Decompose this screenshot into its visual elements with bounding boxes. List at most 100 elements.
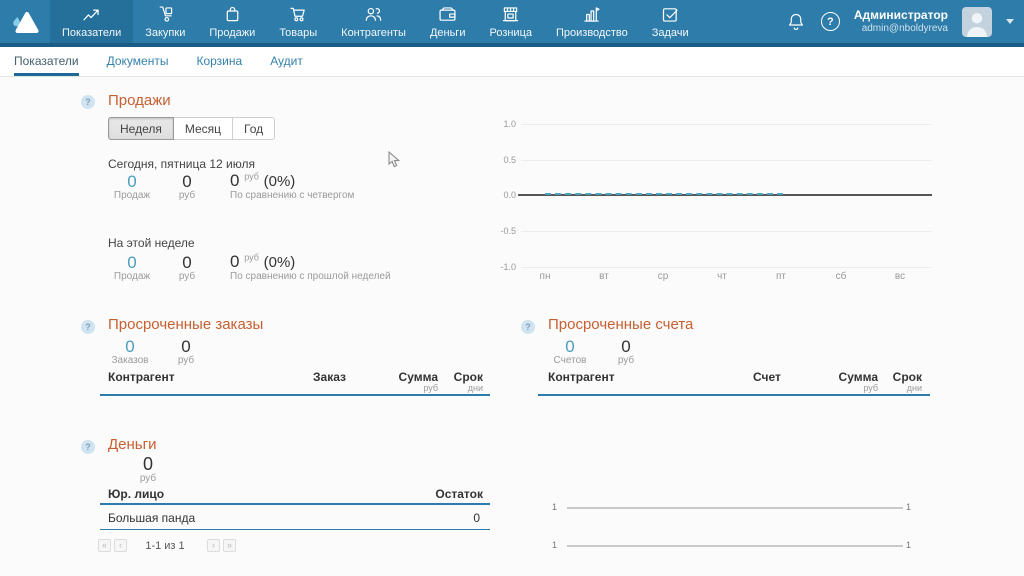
period-month-button[interactable]: Месяц [174,117,233,140]
xtick-label: вс [885,271,915,282]
table-underline [100,503,490,505]
today-delta: 0 руб (0%) [230,171,295,191]
help-glyph: ? [85,97,91,107]
mini-chart-right-label: 1 [906,502,922,512]
column-header-term: Срок [884,370,922,384]
mini-chart-line [567,507,903,509]
table-row-entity[interactable]: Большая панда [108,511,195,525]
period-week-button[interactable]: Неделя [108,117,174,140]
mouse-cursor [388,151,401,169]
overdue-orders-help-icon[interactable]: ? [81,320,95,334]
nav-item-money[interactable]: Деньги [418,0,478,43]
nav-item-purchases[interactable]: Закупки [133,0,197,43]
column-header-amount: Сумма [830,370,878,384]
help-button[interactable]: ? [821,12,840,31]
table-underline [100,529,490,530]
production-icon [581,4,602,25]
help-glyph: ? [85,442,91,452]
nav-item-sales[interactable]: Продажи [197,0,267,43]
today-sales-label: Продаж [106,190,158,201]
money-total-label: руб [120,473,176,484]
overdue-invoices-help-icon[interactable]: ? [521,320,535,334]
money-section-title: Деньги [108,436,156,453]
today-delta-value: 0 [230,171,239,190]
mini-chart-left-label: 1 [541,502,557,512]
nav-item-label: Задачи [652,27,689,39]
column-sub-days: дни [445,383,483,393]
nav-item-tasks[interactable]: Задачи [640,0,701,43]
week-delta-label: По сравнению с прошлой неделей [230,271,391,282]
column-header-counterparty: Контрагент [108,370,175,384]
money-help-icon[interactable]: ? [81,440,95,454]
wallet-icon [437,4,458,25]
today-delta-pct: (0%) [264,173,296,190]
sales-today-heading: Сегодня, пятница 12 июля [108,157,255,171]
overdue-invoices-count-label: Счетов [544,355,596,366]
overdue-invoices-rub-label: руб [606,355,646,366]
ytick-label: -1.0 [490,262,516,272]
week-rub-label: руб [166,271,208,282]
nav-item-label: Деньги [430,27,466,39]
user-email: admin@nboldyreva [854,23,948,35]
help-glyph: ? [85,322,91,332]
nav-item-indicators[interactable]: Показатели [50,0,133,43]
user-name: Администратор [854,9,948,23]
tab-audit[interactable]: Аудит [270,47,303,76]
overdue-orders-title: Просроченные заказы [108,316,263,333]
xtick-label: вт [589,271,619,282]
sales-help-icon[interactable]: ? [81,95,95,109]
week-sales-label: Продаж [106,271,158,282]
overdue-orders-rub-label: руб [166,355,206,366]
tab-indicators[interactable]: Показатели [14,47,79,76]
gridline [521,231,932,232]
user-menu[interactable]: Администратор admin@nboldyreva [854,9,948,34]
week-delta-unit: руб [244,252,259,262]
week-delta-value: 0 [230,252,239,271]
pagination-label: 1-1 из 1 [135,540,195,552]
pagination-prev-button[interactable]: ‹ [114,539,127,552]
overdue-orders-rub: 0 [166,337,206,357]
today-rub-label: руб [166,190,208,201]
moysklad-logo-icon [8,9,42,35]
overdue-invoices-rub: 0 [606,337,646,357]
pagination-first-button[interactable]: « [98,539,111,552]
nav-item-goods[interactable]: Товары [267,0,329,43]
nav-item-label: Производство [556,27,628,39]
nav-item-retail[interactable]: Розница [477,0,544,43]
chevron-down-icon[interactable] [1006,19,1014,24]
storefront-icon [500,4,521,25]
ytick-label: 0.0 [490,190,516,200]
week-rub-value: 0 [166,253,208,273]
help-glyph: ? [525,322,531,332]
avatar[interactable] [962,7,992,37]
pagination-last-button[interactable]: » [223,539,236,552]
pagination-next-button[interactable]: › [207,539,220,552]
xtick-label: пт [766,271,796,282]
table-row-balance: 0 [420,511,480,525]
table-underline [538,394,930,396]
table-underline [100,394,490,396]
overdue-invoices-title: Просроченные счета [548,316,693,333]
shopping-cart-icon [288,4,309,25]
app-logo[interactable] [0,0,50,43]
topnav-right-group: ? Администратор admin@nboldyreva [785,0,1024,43]
week-delta-pct: (0%) [264,254,296,271]
nav-item-production[interactable]: Производство [544,0,640,43]
ytick-label: 0.5 [490,155,516,165]
week-sales-count: 0 [106,253,158,273]
ytick-label: -0.5 [490,226,516,236]
person-icon [962,7,992,37]
column-header-counterparty: Контрагент [548,370,615,384]
period-year-button[interactable]: Год [233,117,275,140]
nav-item-label: Контрагенты [341,27,406,39]
top-navigation-bar: Показатели Закупки Продажи Товары Контра… [0,0,1024,47]
column-header-term: Срок [445,370,483,384]
column-header-invoice: Счет [753,370,781,384]
column-header-balance: Остаток [400,487,483,501]
bell-icon[interactable] [785,11,807,33]
nav-item-counterparties[interactable]: Контрагенты [329,0,418,43]
tab-documents[interactable]: Документы [107,47,169,76]
today-sales-count: 0 [106,172,158,192]
tab-recycle-bin[interactable]: Корзина [196,47,242,76]
sales-week-heading: На этой неделе [108,236,195,250]
